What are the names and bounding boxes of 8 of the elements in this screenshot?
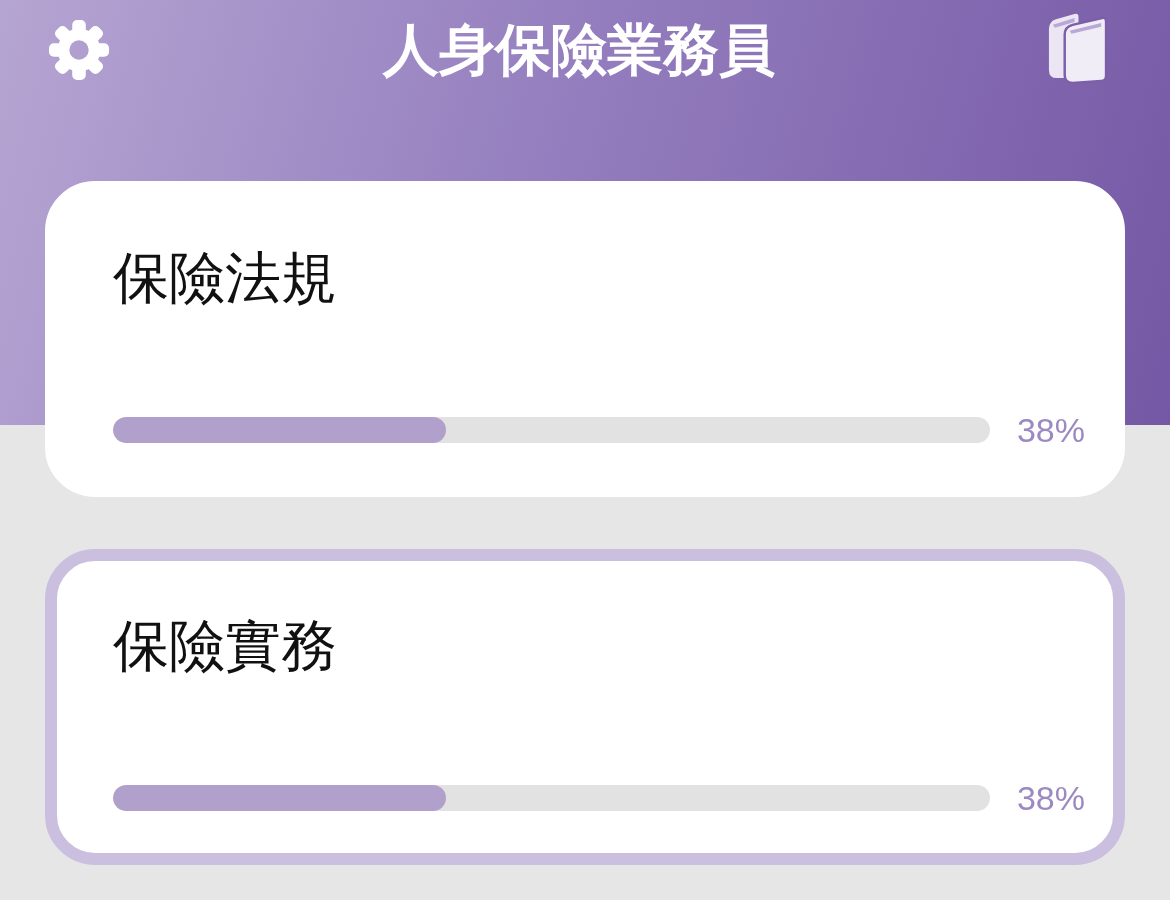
progress-percent: 38%	[1016, 417, 1085, 443]
app-title: 人身保險業務員	[383, 16, 775, 84]
subject-card[interactable]: 保險實務 38%	[45, 549, 1125, 865]
subject-title: 保險法規	[113, 244, 337, 312]
subject-title: 保險實務	[113, 612, 337, 680]
settings-icon[interactable]	[48, 19, 110, 81]
subject-card[interactable]: 保險法規 38%	[45, 181, 1125, 497]
progress-percent: 38%	[1016, 785, 1085, 811]
